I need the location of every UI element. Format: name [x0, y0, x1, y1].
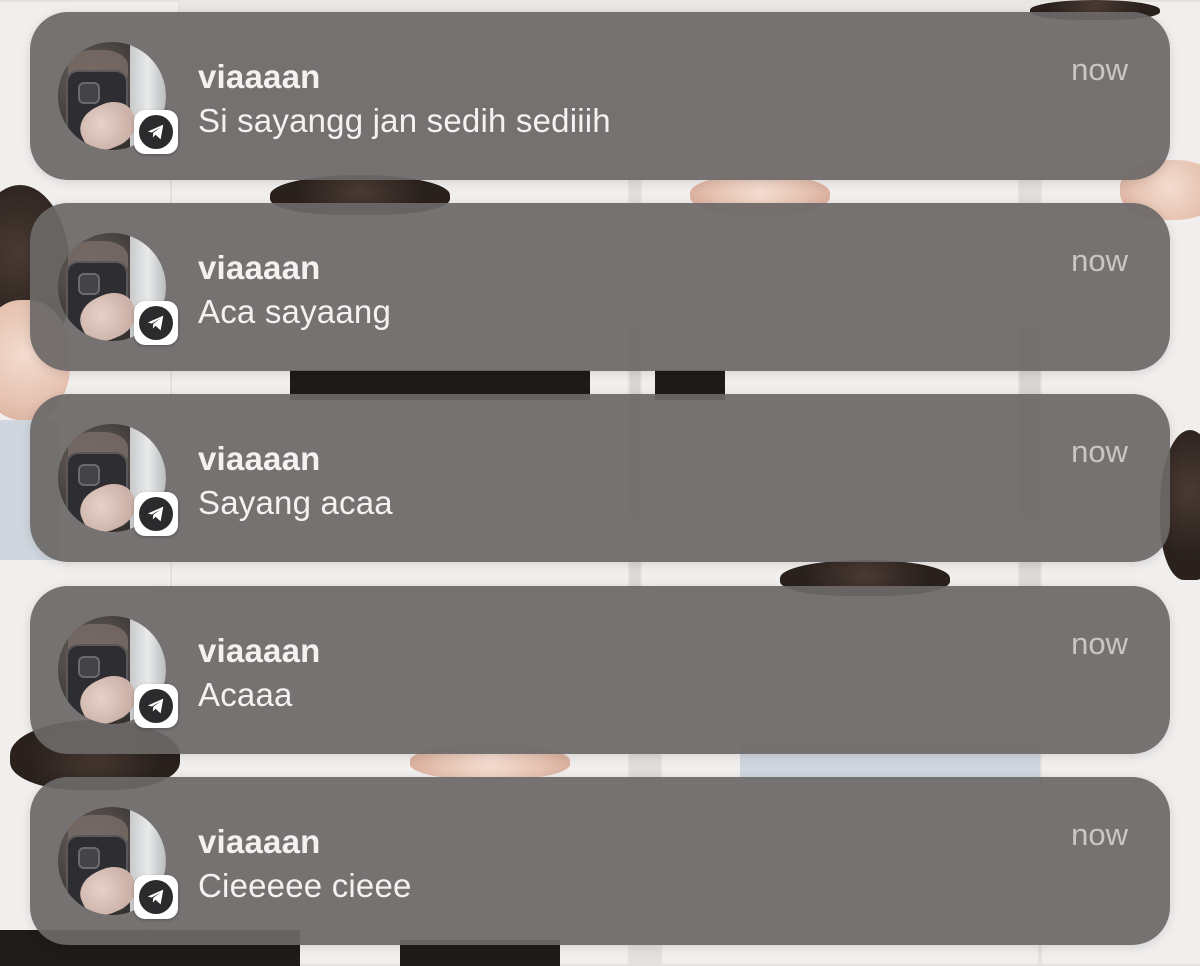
notification-card[interactable]: viaaaan Sayang acaa now: [30, 394, 1170, 562]
telegram-icon: [134, 110, 178, 154]
notification-message: Acaaa: [198, 676, 293, 713]
notification-time: now: [1071, 817, 1128, 852]
notification-sender: viaaaan: [198, 249, 321, 286]
telegram-icon: [134, 301, 178, 345]
notification-time: now: [1071, 626, 1128, 661]
notification-message: Aca sayaang: [198, 293, 391, 330]
notification-sender: viaaaan: [198, 58, 321, 95]
notification-message: Si sayangg jan sedih sediiih: [198, 102, 611, 139]
notification-card[interactable]: viaaaan Acaaa now: [30, 586, 1170, 754]
telegram-icon: [134, 684, 178, 728]
notification-card[interactable]: viaaaan Cieeeee cieee now: [30, 777, 1170, 945]
notification-sender: viaaaan: [198, 632, 321, 669]
notification-message: Cieeeee cieee: [198, 867, 412, 904]
telegram-icon: [134, 492, 178, 536]
notification-sender: viaaaan: [198, 823, 321, 860]
notification-card[interactable]: viaaaan Si sayangg jan sedih sediiih now: [30, 12, 1170, 180]
telegram-icon: [134, 875, 178, 919]
notification-card[interactable]: viaaaan Aca sayaang now: [30, 203, 1170, 371]
notification-message: Sayang acaa: [198, 484, 393, 521]
notification-sender: viaaaan: [198, 440, 321, 477]
notification-time: now: [1071, 243, 1128, 278]
notification-time: now: [1071, 52, 1128, 87]
notification-time: now: [1071, 434, 1128, 469]
